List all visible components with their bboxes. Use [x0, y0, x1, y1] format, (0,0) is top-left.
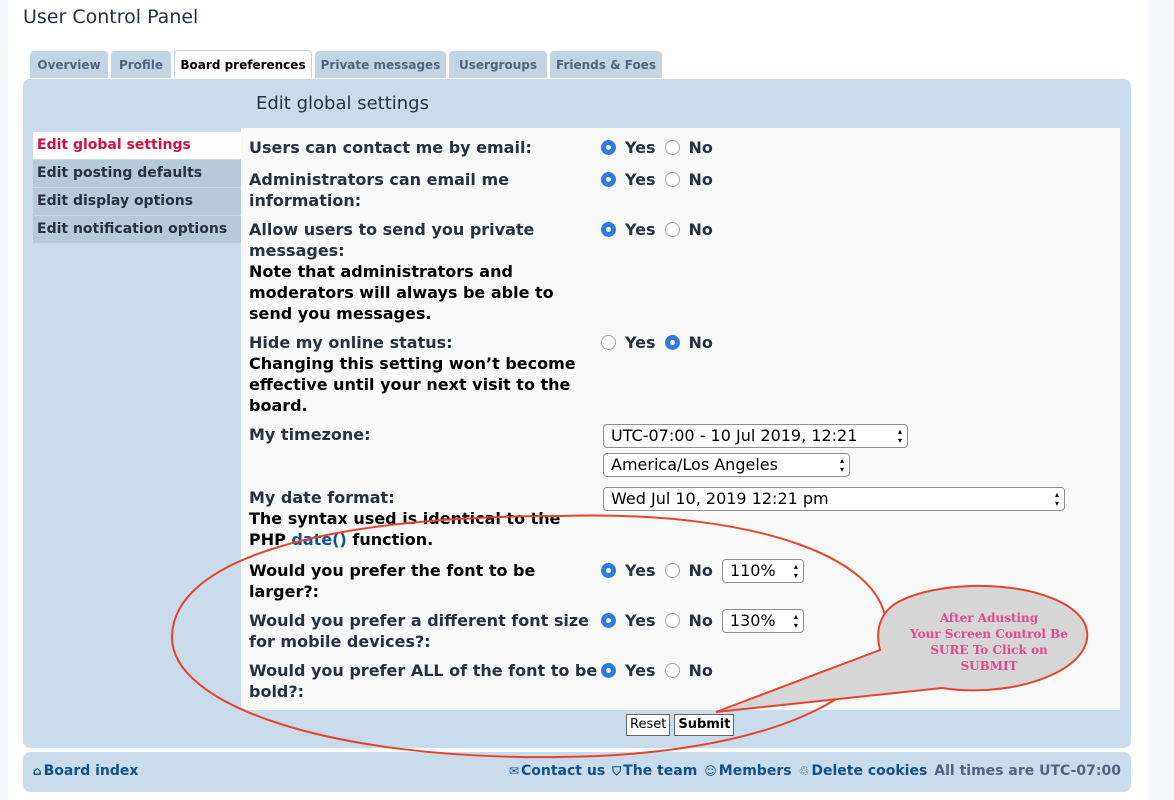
yes-label: Yes: [625, 138, 656, 157]
yes-label: Yes: [625, 611, 656, 630]
yes-label: Yes: [625, 661, 656, 680]
tab-overview[interactable]: Overview: [30, 51, 108, 78]
allow-pm-label: Allow users to send you private messages…: [249, 220, 535, 260]
sidebar-item-notification-options[interactable]: Edit notification options: [33, 216, 242, 244]
php-date-link[interactable]: date(): [291, 530, 346, 549]
reset-button[interactable]: Reset: [626, 714, 671, 736]
admin-email-label: Administrators can email me information:: [249, 170, 509, 210]
board-index-label: Board index: [43, 763, 139, 779]
footer-bar: ⌂ Board index ✉ Contact us ⛉ The team ☺ Memb…: [23, 752, 1131, 792]
font-mobile-no-radio[interactable]: [664, 613, 680, 628]
tab-friends-foes[interactable]: Friends & Foes: [550, 51, 662, 78]
font-mobile-yes-radio[interactable]: [601, 613, 616, 628]
the-team-label: The team: [623, 763, 698, 779]
annotation-callout-text: After Adusting Your Screen Control Be SU…: [903, 610, 1075, 674]
page-title: User Control Panel: [23, 6, 199, 28]
hide-online-no-radio[interactable]: [664, 335, 680, 350]
date-format-select[interactable]: Wed Jul 10, 2019 12:21 pm: [603, 487, 1065, 511]
timezone-note: All times are UTC-07:00: [934, 763, 1121, 779]
allow-pm-label-block: Allow users to send you private messages…: [249, 219, 599, 324]
no-label: No: [688, 333, 713, 352]
no-label: No: [688, 170, 713, 189]
contact-us-link[interactable]: ✉ Contact us: [509, 763, 605, 779]
no-label: No: [688, 661, 713, 680]
timezone-zone-select[interactable]: America/Los Angeles: [603, 453, 850, 477]
email-contact-yes-radio[interactable]: [601, 140, 616, 155]
hide-online-label-block: Hide my online status: Changing this set…: [249, 332, 599, 416]
trash-icon: ♲: [798, 764, 810, 778]
allow-pm-yes-radio[interactable]: [601, 222, 616, 237]
font-larger-no-radio[interactable]: [664, 563, 680, 578]
font-larger-label: Would you prefer the font to be larger?:: [249, 561, 536, 601]
yes-label: Yes: [625, 561, 656, 580]
users-icon: ☺: [704, 764, 717, 778]
sidebar: Edit global settings Edit posting defaul…: [33, 132, 242, 244]
admin-email-no-radio[interactable]: [664, 172, 680, 187]
hide-online-label: Hide my online status:: [249, 333, 453, 352]
no-label: No: [688, 138, 713, 157]
members-link[interactable]: ☺ Members: [704, 763, 791, 779]
font-larger-yes-radio[interactable]: [601, 563, 616, 578]
admin-email-yes-radio[interactable]: [601, 172, 616, 187]
content-title: Edit global settings: [256, 93, 429, 114]
envelope-icon: ✉: [508, 764, 519, 778]
footer-links: ✉ Contact us ⛉ The team ☺ Members ♲ Delete c…: [509, 763, 1121, 779]
date-format-label: My date format:: [249, 488, 395, 507]
date-format-explain: The syntax used is identical to the PHP …: [249, 508, 599, 550]
sidebar-item-global-settings[interactable]: Edit global settings: [33, 132, 242, 160]
date-format-label-block: My date format: The syntax used is ident…: [249, 487, 599, 550]
sidebar-item-posting-defaults[interactable]: Edit posting defaults: [33, 160, 242, 188]
the-team-link[interactable]: ⛉ The team: [612, 763, 697, 779]
hide-online-yes-radio[interactable]: [601, 335, 616, 350]
annotation-line-4: SUBMIT: [960, 659, 1018, 673]
home-icon: ⌂: [33, 764, 42, 778]
yes-label: Yes: [625, 220, 656, 239]
tab-profile[interactable]: Profile: [111, 51, 171, 78]
allow-pm-explain: Note that administrators and moderators …: [249, 262, 554, 323]
font-mobile-label: Would you prefer a different font size f…: [249, 611, 590, 651]
date-format-explain-end: function.: [346, 530, 434, 549]
yes-label: Yes: [625, 333, 656, 352]
members-label: Members: [718, 763, 792, 779]
allow-pm-no-radio[interactable]: [664, 222, 680, 237]
timezone-offset-select[interactable]: UTC-07:00 - 10 Jul 2019, 12:21: [603, 424, 908, 448]
font-bold-no-radio[interactable]: [664, 663, 680, 678]
tab-board-preferences[interactable]: Board preferences: [174, 50, 312, 78]
tab-private-messages[interactable]: Private messages: [315, 51, 446, 78]
delete-cookies-label: Delete cookies: [811, 763, 928, 779]
tab-usergroups[interactable]: Usergroups: [449, 51, 547, 78]
font-bold-yes-radio[interactable]: [601, 663, 616, 678]
page-wrapper: User Control Panel Overview Profile Boar…: [8, 0, 1148, 800]
shield-icon: ⛉: [612, 764, 622, 778]
email-contact-label: Users can contact me by email:: [249, 138, 532, 157]
timezone-label: My timezone:: [249, 425, 371, 444]
font-mobile-size-select[interactable]: 130%: [721, 608, 804, 633]
no-label: No: [688, 561, 713, 580]
sidebar-item-display-options[interactable]: Edit display options: [33, 188, 242, 216]
delete-cookies-link[interactable]: ♲ Delete cookies: [799, 763, 928, 779]
no-label: No: [688, 611, 713, 630]
annotation-line-3: SURE To Click on: [930, 643, 1048, 657]
contact-us-label: Contact us: [520, 763, 606, 779]
email-contact-no-radio[interactable]: [664, 140, 680, 155]
no-label: No: [688, 220, 713, 239]
annotation-line-2: Your Screen Control Be: [910, 627, 1068, 641]
hide-online-explain: Changing this setting won’t become effec…: [249, 354, 576, 415]
form-buttons: Reset Submit: [626, 714, 735, 736]
yes-label: Yes: [625, 170, 656, 189]
font-larger-size-select[interactable]: 110%: [721, 558, 804, 583]
submit-button[interactable]: Submit: [674, 714, 735, 736]
board-index-link[interactable]: ⌂ Board index: [33, 763, 138, 779]
annotation-line-1: After Adusting: [939, 611, 1039, 625]
font-bold-label: Would you prefer ALL of the font to be b…: [249, 661, 598, 701]
